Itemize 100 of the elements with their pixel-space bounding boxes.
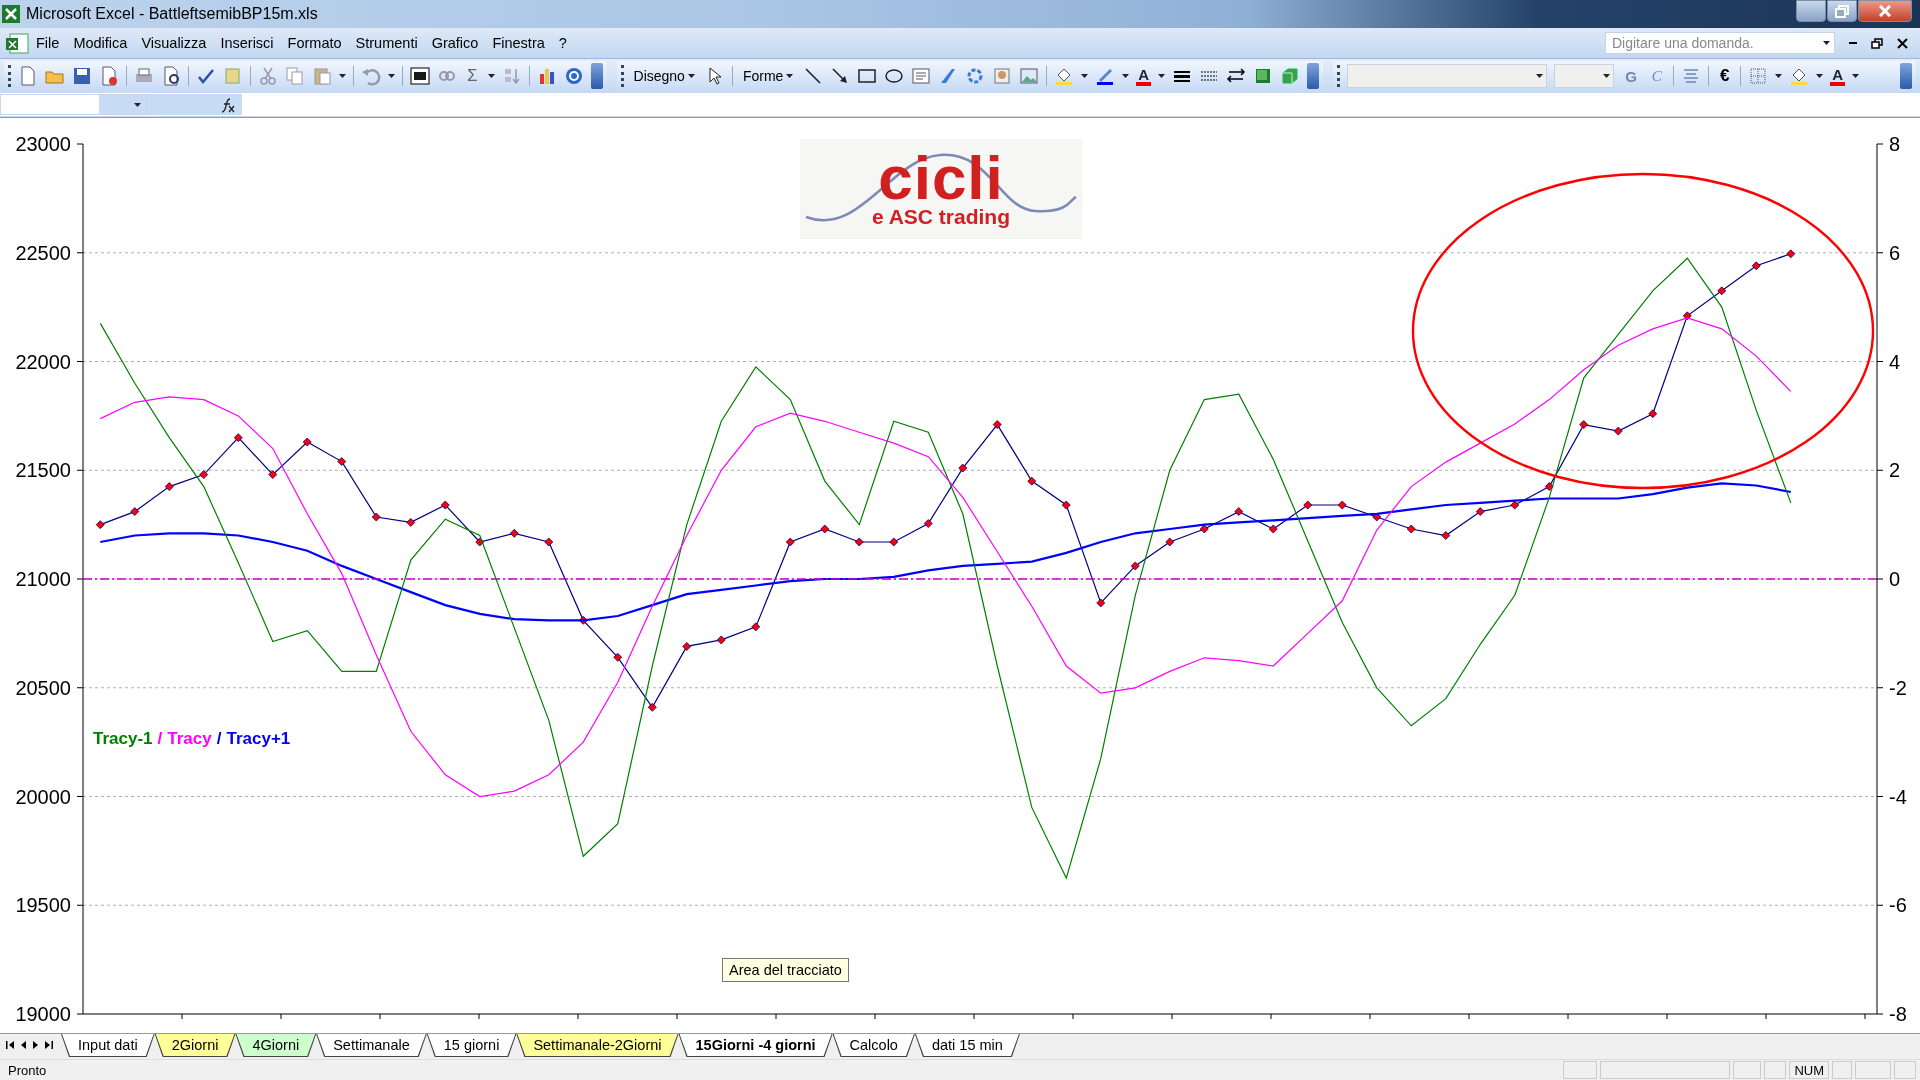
menu-item[interactable]: Visualizza [134, 32, 214, 54]
euro-button[interactable]: € [1715, 66, 1734, 86]
sheet-tab[interactable]: dati 15 min [914, 1034, 1020, 1057]
fill-color-icon[interactable] [1789, 66, 1810, 86]
first-sheet-icon[interactable] [6, 1041, 14, 1049]
function-icon[interactable] [221, 96, 236, 113]
status-panel [1894, 1061, 1916, 1079]
axis-label: -4 [1889, 785, 1907, 808]
toolbar-options-button[interactable] [1307, 63, 1320, 89]
caret-icon[interactable] [1122, 74, 1130, 78]
minimize-button[interactable] [1796, 0, 1826, 22]
caret-icon[interactable] [339, 74, 346, 78]
sheet-tab[interactable]: Input dati [61, 1034, 155, 1057]
legend-separator: / [216, 729, 222, 749]
ellipse-icon[interactable] [884, 66, 905, 86]
caret-icon[interactable] [1081, 74, 1089, 78]
toolbar-options-button[interactable] [590, 63, 603, 89]
save-icon[interactable] [72, 66, 92, 86]
previous-sheet-icon[interactable] [21, 1041, 26, 1049]
sheet-tab[interactable]: 15 giorni [426, 1034, 517, 1057]
caret-icon[interactable] [786, 74, 794, 78]
sheet-tab[interactable]: 15Giorni -4 giorni [678, 1034, 833, 1057]
menu-item[interactable]: Formato [280, 32, 349, 54]
dropdown-caret-icon[interactable] [1823, 41, 1830, 45]
menu-item[interactable]: Grafico [424, 32, 486, 54]
shapes-menu[interactable]: Forme [739, 66, 797, 86]
draw-menu[interactable]: Disegno [630, 66, 698, 86]
data-point [371, 512, 381, 522]
restore-icon[interactable] [1871, 37, 1883, 49]
window-title: Microsoft Excel - BattleftsemibBP15m.xls [26, 5, 319, 23]
data-point [302, 437, 312, 447]
menu-item[interactable]: Inserisci [213, 32, 281, 54]
menu-item[interactable]: Strumenti [348, 32, 425, 54]
next-sheet-icon[interactable] [33, 1041, 38, 1049]
line-color-icon[interactable] [1095, 66, 1116, 86]
restore-button[interactable] [1827, 0, 1857, 22]
close-button[interactable] [1858, 0, 1912, 22]
clip-art-icon[interactable] [992, 66, 1013, 86]
restore-icon [1835, 4, 1849, 18]
data-point [854, 537, 864, 547]
status-panel [1733, 1061, 1762, 1079]
autosum-button[interactable]: Σ [464, 66, 481, 86]
sheet-tab[interactable]: 4Giorni [235, 1034, 317, 1057]
data-point [1268, 524, 1278, 534]
data-point [992, 420, 1002, 429]
axis-label: 6 [1889, 241, 1901, 264]
caret-icon[interactable] [1158, 74, 1166, 78]
caret-icon[interactable] [687, 74, 695, 78]
sheet-tab[interactable]: Settimanale [316, 1034, 427, 1057]
rectangle-icon[interactable] [857, 66, 878, 86]
sheet-tab[interactable]: 2Giorni [154, 1034, 236, 1057]
caret-icon[interactable] [388, 74, 395, 78]
data-point [1475, 507, 1485, 516]
menu-item[interactable]: ? [551, 32, 574, 54]
close-icon [1879, 5, 1891, 17]
axis-label: 19500 [15, 894, 71, 917]
sheet-tab[interactable]: Settimanale-2Giorni [516, 1034, 679, 1057]
status-panel [1832, 1061, 1852, 1079]
menu-item[interactable]: File [29, 32, 67, 54]
font-color-button[interactable]: A [1136, 66, 1152, 86]
axis-label: 22500 [15, 241, 71, 264]
status-text: Pronto [8, 1062, 47, 1078]
data-point [820, 524, 830, 534]
document-permission-icon[interactable] [99, 66, 119, 86]
status-panel [1764, 1061, 1787, 1079]
caret-icon[interactable] [1775, 74, 1783, 78]
print-preview-icon[interactable] [161, 66, 181, 86]
font-color-button[interactable]: A [1830, 66, 1846, 86]
excel-document-icon[interactable] [6, 32, 29, 54]
caret-icon[interactable] [487, 74, 495, 78]
menu-item[interactable]: Finestra [485, 32, 552, 54]
help-search-field[interactable]: Digitare una domanda. [1605, 32, 1835, 54]
last-sheet-icon[interactable] [45, 1041, 53, 1049]
close-icon[interactable] [1897, 37, 1908, 49]
dropdown-caret-icon[interactable] [1536, 74, 1544, 78]
font-size-field[interactable] [1554, 64, 1615, 88]
data-point [509, 528, 519, 538]
dropdown-caret-icon[interactable] [1603, 74, 1611, 78]
axis-label: 4 [1889, 350, 1901, 373]
dropdown-caret-icon[interactable] [134, 102, 141, 107]
caret-icon[interactable] [1816, 74, 1824, 78]
fill-color-icon[interactable] [1054, 66, 1075, 86]
data-point [1199, 524, 1209, 534]
axis-label: 19000 [15, 1003, 71, 1025]
font-name-field[interactable] [1347, 64, 1548, 88]
text-box-icon[interactable] [911, 66, 932, 86]
help-icon[interactable] [563, 66, 584, 86]
data-point [164, 482, 174, 491]
3d-cube-icon[interactable] [1280, 66, 1301, 86]
data-point [1234, 507, 1244, 516]
caret-icon[interactable] [1852, 74, 1860, 78]
data-point [1337, 500, 1347, 510]
sheet-tab[interactable]: Calcolo [832, 1034, 915, 1057]
new-document-icon[interactable] [18, 66, 38, 86]
axis-label: 20000 [15, 785, 71, 808]
data-point [199, 470, 209, 479]
axis-label: -6 [1889, 894, 1907, 917]
menu-item[interactable]: Modifica [66, 32, 135, 54]
data-point [647, 702, 657, 712]
toolbar-options-button[interactable] [1900, 63, 1912, 89]
